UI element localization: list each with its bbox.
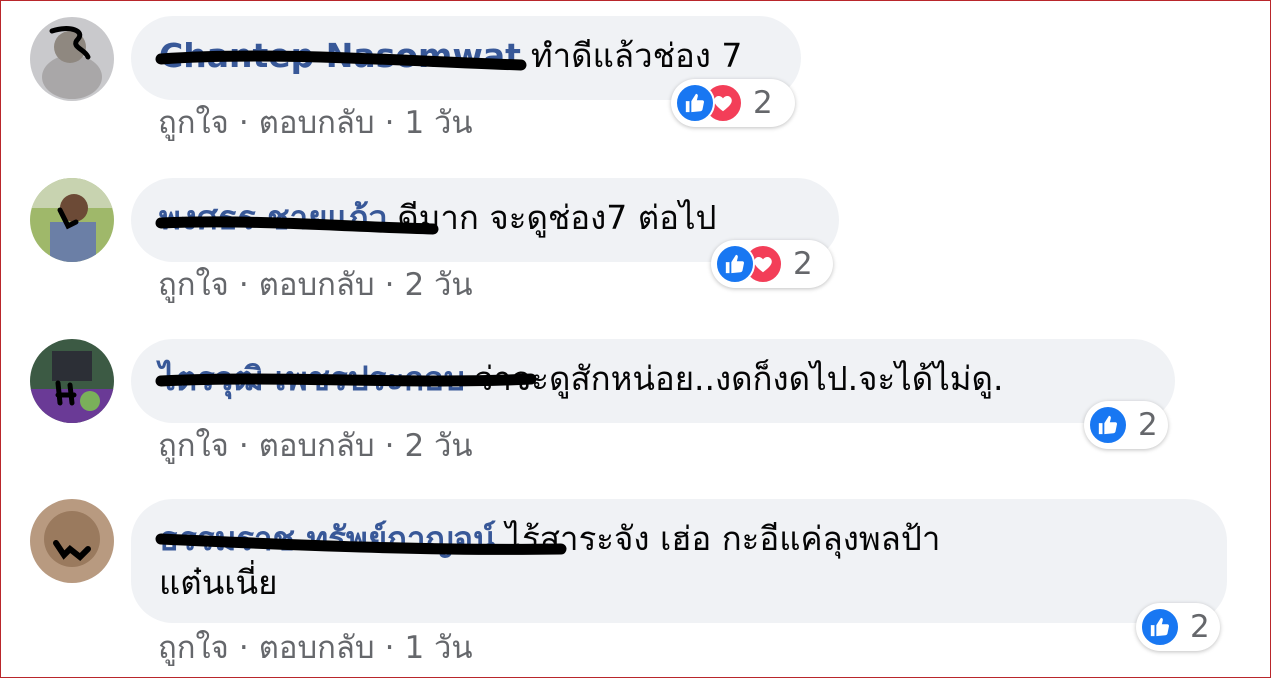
like-button[interactable]: ถูกใจ <box>158 105 229 141</box>
reply-button[interactable]: ตอบกลับ <box>259 428 375 464</box>
like-button[interactable]: ถูกใจ <box>158 428 229 464</box>
comment-text: ทำดีแล้วช่อง 7 <box>530 36 743 75</box>
avatar[interactable] <box>30 339 114 423</box>
comment-actions: ถูกใจ · ตอบกลับ · 1 วัน <box>158 105 473 141</box>
reaction-count: 2 <box>793 246 813 282</box>
comment-author[interactable]: ธรรมราช ทรัพย์กาญจน์ <box>159 519 496 558</box>
comment-time[interactable]: 2 วัน <box>404 428 472 464</box>
comment-actions: ถูกใจ · ตอบกลับ · 2 วัน <box>158 428 473 464</box>
comment-author[interactable]: ไตรวุฒิ เพชรประกอบ <box>159 359 465 398</box>
reply-button[interactable]: ตอบกลับ <box>259 105 375 141</box>
reaction-count: 2 <box>753 85 773 121</box>
comment-actions: ถูกใจ · ตอบกลับ · 1 วัน <box>158 630 473 666</box>
reaction-count: 2 <box>1138 407 1158 443</box>
reply-button[interactable]: ตอบกลับ <box>259 630 375 666</box>
avatar[interactable] <box>30 17 114 101</box>
comment-actions: ถูกใจ · ตอบกลับ · 2 วัน <box>158 267 473 303</box>
comment-text: ไร้สาระจัง เฮ่อ กะอีแค่ลุงพลป้า <box>505 519 941 558</box>
reaction-summary[interactable]: 2 <box>711 240 833 288</box>
comment-text: ว่าจะดูสักหน่อย..งดก็งดไป.จะได้ไม่ดู. <box>474 359 1004 398</box>
comment-bubble: ธรรมราช ทรัพย์กาญจน์ ไร้สาระจัง เฮ่อ กะอี… <box>131 499 1227 623</box>
like-button[interactable]: ถูกใจ <box>158 630 229 666</box>
reaction-count: 2 <box>1190 609 1210 645</box>
avatar[interactable] <box>30 499 114 583</box>
comment-time[interactable]: 2 วัน <box>404 267 472 303</box>
reaction-summary[interactable]: 2 <box>1136 603 1220 651</box>
comment-author[interactable]: พงศธร ชายแก้ว <box>159 198 387 237</box>
comment-author[interactable]: Chantep Nasomwat <box>159 36 521 75</box>
like-icon <box>675 83 715 123</box>
like-icon <box>1140 607 1180 647</box>
comment-time[interactable]: 1 วัน <box>404 105 472 141</box>
reply-button[interactable]: ตอบกลับ <box>259 267 375 303</box>
reaction-summary[interactable]: 2 <box>1084 401 1168 449</box>
like-icon <box>1088 405 1128 445</box>
comment-text-continued: แต๋นเนี่ย <box>159 563 278 602</box>
comment-bubble: ไตรวุฒิ เพชรประกอบ ว่าจะดูสักหน่อย..งดก็ง… <box>131 339 1175 423</box>
reaction-summary[interactable]: 2 <box>671 79 795 127</box>
comment-time[interactable]: 1 วัน <box>404 630 472 666</box>
like-icon <box>715 244 755 284</box>
avatar[interactable] <box>30 178 114 262</box>
comment-text: ดีมาก จะดูช่อง7 ต่อไป <box>397 198 717 237</box>
like-button[interactable]: ถูกใจ <box>158 267 229 303</box>
